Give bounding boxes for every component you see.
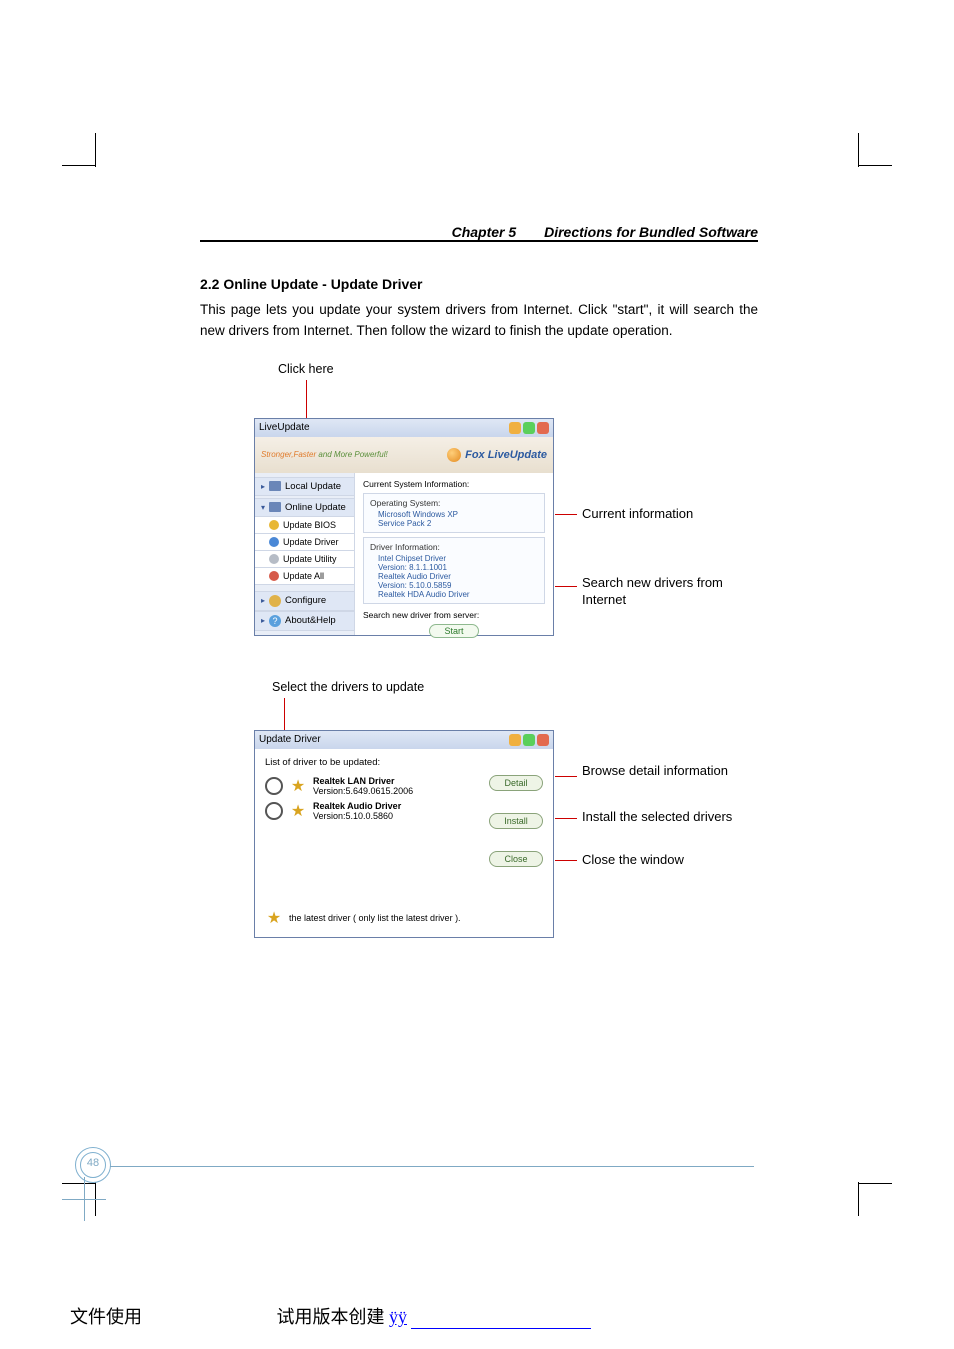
callout-close: Close the window: [582, 852, 684, 867]
sidebar-about-help[interactable]: ▸?About&Help: [255, 611, 354, 631]
update-driver-window: Update Driver List of driver to be updat…: [254, 730, 554, 938]
close-icon[interactable]: [537, 422, 549, 434]
header-rule: [200, 240, 758, 242]
radio-icon[interactable]: [265, 802, 283, 820]
page-number-badge: 48: [75, 1147, 111, 1183]
main-panel: Current System Information: Operating Sy…: [355, 473, 553, 635]
sidebar-local-update[interactable]: ▸Local Update: [255, 477, 354, 496]
callout-detail: Browse detail information: [582, 762, 742, 780]
callout-current-info: Current information: [582, 506, 693, 521]
minimize-icon[interactable]: [509, 734, 521, 746]
page-number: 48: [75, 1157, 111, 1169]
watermark-link[interactable]: ÿÿ: [389, 1307, 407, 1327]
window-title: LiveUpdate: [259, 422, 310, 433]
dot-icon: [269, 537, 279, 547]
callout-line: [555, 514, 577, 515]
minimize-icon[interactable]: [509, 422, 521, 434]
figure-update-driver: Select the drivers to update Update Driv…: [200, 680, 758, 940]
sidebar: ▸Local Update ▾Online Update Update BIOS…: [255, 473, 355, 635]
sidebar-update-driver[interactable]: Update Driver: [255, 533, 354, 551]
window-title: Update Driver: [259, 734, 321, 745]
chapter-title: Directions for Bundled Software: [544, 224, 758, 240]
sidebar-update-bios[interactable]: Update BIOS: [255, 516, 354, 534]
callout-line: [555, 586, 577, 587]
brand-label: Fox LiveUpdate: [447, 448, 547, 462]
chapter-header: Chapter 5 Directions for Bundled Softwar…: [200, 224, 758, 240]
sidebar-online-update[interactable]: ▾Online Update: [255, 498, 354, 517]
search-label: Search new driver from server:: [363, 610, 545, 620]
gear-icon: [269, 595, 281, 607]
close-icon[interactable]: [537, 734, 549, 746]
dot-icon: [269, 554, 279, 564]
maximize-icon[interactable]: [523, 734, 535, 746]
sidebar-update-utility[interactable]: Update Utility: [255, 550, 354, 568]
pdf-watermark: 文件使用 试用版本创建 ÿÿ: [70, 1303, 884, 1329]
annotation-click-here: Click here: [278, 362, 334, 376]
help-icon: ?: [269, 615, 281, 627]
callout-line: [555, 776, 577, 777]
sysinfo-heading: Current System Information:: [363, 479, 545, 489]
callout-install: Install the selected drivers: [582, 808, 752, 826]
callout-search: Search new drivers from Internet: [582, 574, 742, 609]
pc-icon: [269, 481, 281, 491]
banner: Stronger,Faster and More Powerful! Fox L…: [255, 437, 553, 473]
callout-line: [555, 860, 577, 861]
fox-icon: [447, 448, 461, 462]
os-panel: Operating System: Microsoft Windows XP S…: [363, 493, 545, 533]
callout-line: [555, 818, 577, 819]
liveupdate-window: LiveUpdate Stronger,Faster and More Powe…: [254, 418, 554, 636]
section-body: This page lets you update your system dr…: [200, 300, 758, 342]
figure-liveupdate: Click here LiveUpdate Stronger,Faster an…: [200, 362, 758, 642]
star-icon: ★: [289, 777, 307, 795]
chapter-number: Chapter 5: [452, 224, 517, 240]
dot-icon: [269, 571, 279, 581]
driver-panel: Driver Information: Intel Chipset Driver…: [363, 537, 545, 604]
titlebar: Update Driver: [255, 731, 553, 749]
dot-icon: [269, 520, 279, 530]
footer-rule: [110, 1166, 754, 1167]
sidebar-update-all[interactable]: Update All: [255, 567, 354, 585]
section-title: 2.2 Online Update - Update Driver: [200, 276, 758, 292]
pc-icon: [269, 502, 281, 512]
start-button[interactable]: Start: [429, 624, 478, 638]
install-button[interactable]: Install: [489, 813, 543, 829]
detail-button[interactable]: Detail: [489, 775, 543, 791]
star-icon: ★: [289, 802, 307, 820]
titlebar: LiveUpdate: [255, 419, 553, 437]
star-icon: ★: [265, 909, 283, 927]
annotation-select-drivers: Select the drivers to update: [272, 680, 424, 694]
close-button[interactable]: Close: [489, 851, 543, 867]
annotation-line: [306, 380, 307, 420]
legend: ★ the latest driver ( only list the late…: [265, 909, 461, 927]
tagline: Stronger,Faster and More Powerful!: [261, 450, 388, 459]
radio-icon[interactable]: [265, 777, 283, 795]
annotation-line: [284, 698, 285, 734]
list-label: List of driver to be updated:: [265, 757, 543, 768]
maximize-icon[interactable]: [523, 422, 535, 434]
sidebar-configure[interactable]: ▸Configure: [255, 591, 354, 611]
